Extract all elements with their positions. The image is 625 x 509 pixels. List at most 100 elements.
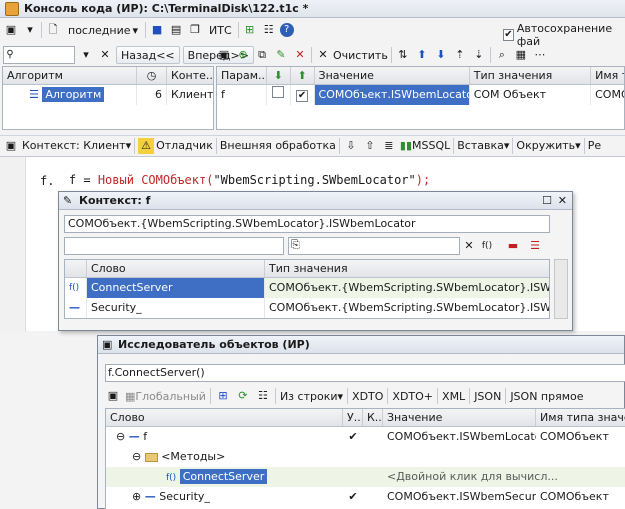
back-button[interactable]: Назад<<: [116, 46, 180, 64]
save-all-icon[interactable]: ▤: [168, 22, 184, 38]
column-header-type[interactable]: Тип значения: [470, 67, 592, 84]
column-header-word[interactable]: Слово: [106, 409, 343, 426]
chevron-down-icon: ▾: [125, 139, 132, 152]
run-icon[interactable]: ⊞: [242, 22, 258, 38]
more-icon[interactable]: ⋯: [532, 47, 548, 63]
save-icon[interactable]: ■: [149, 22, 165, 38]
help-icon[interactable]: ?: [279, 23, 294, 37]
column-header-param[interactable]: Парам...: [217, 67, 267, 84]
code-line-2[interactable]: f.: [40, 174, 54, 188]
method-filter-icon[interactable]: f(): [479, 238, 495, 254]
tree-row[interactable]: ⊖ — f ✔ COMОбъект.ISWbemLocator COMОбъек…: [106, 427, 625, 447]
insert-menu[interactable]: Вставка ▾: [457, 139, 509, 152]
clear-search-icon[interactable]: ✕: [97, 47, 113, 63]
json-direct-button[interactable]: JSON прямое: [510, 390, 583, 403]
params-layout-icon[interactable]: ▣: [216, 47, 232, 63]
editor-gutter: [0, 157, 26, 332]
sort-icon[interactable]: ⇅: [395, 47, 411, 63]
table-row[interactable]: f() ConnectServer COMОбъект.{WbemScripti…: [65, 278, 549, 298]
tail-button[interactable]: Ре: [588, 139, 601, 152]
sort-desc-icon[interactable]: ⇣: [471, 47, 487, 63]
edit-icon[interactable]: ✎: [273, 47, 289, 63]
new-file-icon[interactable]: 🗋: [45, 22, 61, 38]
clock-column-header[interactable]: ◷: [137, 67, 167, 84]
from-string-menu[interactable]: Из строки ▾: [280, 390, 343, 403]
search-dropdown-icon[interactable]: ▾: [78, 47, 94, 63]
column-header-k[interactable]: К...: [363, 409, 383, 426]
download-icon[interactable]: ⇩: [343, 138, 359, 154]
collapse-icon[interactable]: ⊖: [116, 430, 125, 443]
format-icon[interactable]: ≣: [381, 138, 397, 154]
column-header-type-name[interactable]: Имя типа значе: [536, 409, 625, 426]
context-path-field[interactable]: COMОбъект.{WbemScripting.SWbemLocator}.I…: [64, 215, 550, 233]
its-icon[interactable]: ☷: [255, 388, 271, 404]
list-icon[interactable]: ☷: [261, 22, 277, 38]
tree-value[interactable]: <Двойной клик для вычисл...: [383, 467, 625, 487]
column-header-context[interactable]: Конте...: [167, 67, 213, 84]
column-header-word[interactable]: Слово: [87, 260, 265, 277]
tree-row[interactable]: f() ConnectServer <Двойной клик для вычи…: [106, 467, 625, 487]
column-header-in[interactable]: ⬇: [267, 67, 291, 84]
close-icon[interactable]: ✕: [558, 192, 567, 210]
clear-icon: ✕: [318, 48, 328, 61]
autosave-checkbox[interactable]: ✔: [503, 29, 514, 41]
param-in-checkbox[interactable]: [272, 86, 285, 98]
context-scrollbar[interactable]: [554, 259, 568, 319]
sort-asc-icon[interactable]: ⇡: [452, 47, 468, 63]
mssql-button[interactable]: ▮▮ MSSQL: [400, 139, 450, 152]
clear-button[interactable]: ✕ Очистить: [315, 47, 387, 63]
folder-icon: [144, 452, 158, 462]
column-header-u[interactable]: У...: [343, 409, 363, 426]
context-filter-input[interactable]: [64, 237, 284, 255]
move-up-icon[interactable]: ⬆: [414, 47, 430, 63]
table-row[interactable]: — Security_ COMОбъект.{WbemScripting.SWb…: [65, 298, 549, 318]
copy-param-icon[interactable]: ⧉: [254, 47, 270, 63]
external-processing-button[interactable]: Внешняя обработка: [220, 139, 336, 152]
tree-row[interactable]: ⊖ <Методы>: [106, 447, 625, 467]
xml-button[interactable]: XML: [442, 390, 465, 403]
context-selector[interactable]: Контекст: Клиент ▾: [22, 139, 131, 152]
editor-layout-icon[interactable]: ▣: [3, 138, 19, 154]
explorer-expression-input[interactable]: f.ConnectServer(): [105, 364, 625, 382]
property-filter-icon[interactable]: ▬: [505, 238, 521, 254]
table-icon[interactable]: ▦: [513, 47, 529, 63]
column-header-out[interactable]: ⬆: [291, 67, 315, 84]
debugger-button[interactable]: ⚠ Отладчик: [138, 137, 213, 154]
xdto-button[interactable]: XDTO: [352, 390, 383, 403]
move-down-icon[interactable]: ⬇: [433, 47, 449, 63]
expand-icon[interactable]: ⊕: [132, 490, 141, 503]
copy-icon[interactable]: ❐: [187, 22, 203, 38]
dropdown-arrow-icon[interactable]: ▾: [22, 22, 38, 38]
algorithm-search-input[interactable]: ⚲: [3, 46, 75, 64]
column-header-algorithm[interactable]: Алгоритм: [3, 67, 137, 84]
find-icon[interactable]: ⌕: [494, 47, 510, 63]
column-header-type-name[interactable]: Имя т: [591, 67, 624, 84]
layout-icon[interactable]: ▣: [3, 22, 19, 38]
table-row[interactable]: f ✔ COMОбъект.ISWbemLocator COM Объект C…: [217, 85, 624, 105]
column-header-value[interactable]: Значение: [315, 67, 470, 84]
tree-row[interactable]: ⊕ — Security_ ✔ COMОбъект.ISWbemSecurity…: [106, 487, 625, 507]
its-button[interactable]: ИТС: [206, 24, 235, 37]
context-type-filter-input[interactable]: ⎘: [288, 237, 460, 255]
refresh-icon[interactable]: ⟳: [235, 388, 251, 404]
param-value[interactable]: COMОбъект.ISWbemLocator: [314, 85, 469, 105]
maximize-icon[interactable]: ☐: [542, 192, 552, 210]
delete-icon[interactable]: ✕: [292, 47, 308, 63]
property-icon: —: [65, 298, 87, 318]
column-header-value[interactable]: Значение: [383, 409, 536, 426]
param-out-checkbox[interactable]: ✔: [296, 90, 309, 102]
explorer-layout-icon[interactable]: ▣: [105, 388, 121, 404]
table-row[interactable]: ☰ Алгоритм 6 Клиент: [3, 85, 213, 105]
recent-button[interactable]: последние ▾: [64, 21, 142, 39]
json-button[interactable]: JSON: [474, 390, 501, 403]
sort-filter-icon[interactable]: ☰: [527, 238, 543, 254]
column-header-value-type[interactable]: Тип значения: [265, 260, 549, 277]
clear-filter-icon[interactable]: ✕: [461, 238, 477, 254]
xdto-plus-button[interactable]: XDTO+: [392, 390, 433, 403]
upload-icon[interactable]: ⇧: [362, 138, 378, 154]
expand-icon[interactable]: ⊞: [215, 388, 231, 404]
global-button[interactable]: ▦ Глобальный: [125, 390, 206, 403]
wrap-menu[interactable]: Окружить ▾: [516, 139, 580, 152]
add-icon[interactable]: ⊕: [235, 47, 251, 63]
collapse-icon[interactable]: ⊖: [132, 450, 141, 463]
